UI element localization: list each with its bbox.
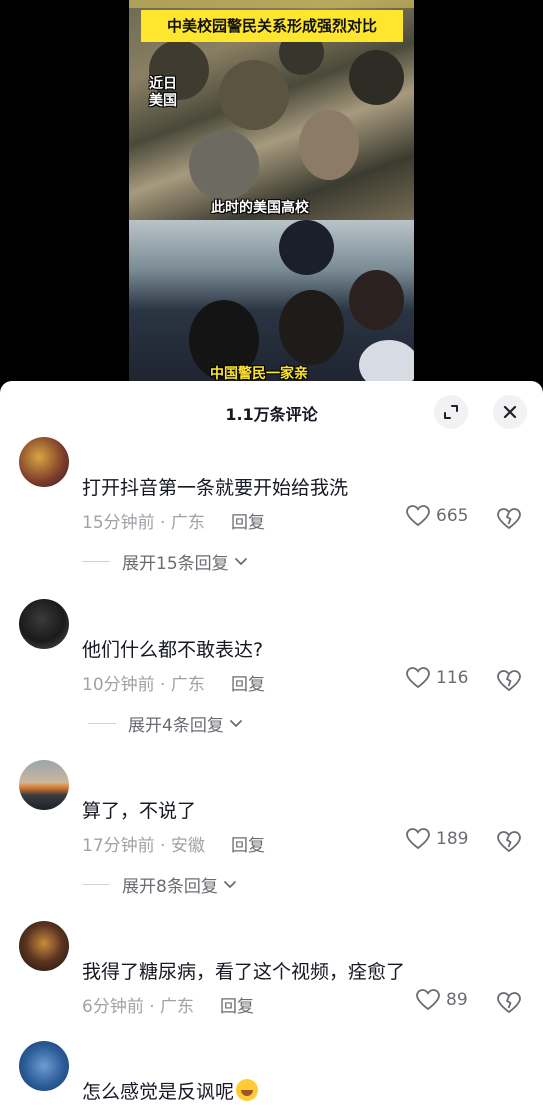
expand-replies-label: 展开8条回复 — [122, 877, 218, 897]
comment-time-location: 6分钟前 · 广东 — [82, 997, 195, 1017]
video-scene-cn — [129, 220, 414, 385]
comment-item[interactable]: 怎么感觉是反讽呢 — [0, 1039, 543, 1111]
close-button[interactable] — [493, 395, 527, 429]
divider — [88, 723, 116, 724]
video-player[interactable]: 中美校园警民关系形成强烈对比 近日 美国 此时的美国高校 中国警民一家亲 — [0, 0, 543, 385]
comment-text: 打开抖音第一条就要开始给我洗 — [82, 477, 349, 499]
reply-button[interactable]: 回复 — [231, 831, 265, 856]
comment-text: 算了，不说了 — [82, 800, 197, 822]
chevron-down-icon — [229, 719, 242, 727]
comment-item[interactable]: 他们什么都不敢表达? 10分钟前 · 广东 回复 116 展开4条回复 — [0, 597, 543, 747]
expand-replies-label: 展开4条回复 — [128, 716, 224, 736]
comments-sheet: 1.1万条评论 打开抖音第一条就要开始给我洗 15分钟前 · 广东 回复 665… — [0, 381, 543, 1111]
like-button[interactable]: 665 — [406, 505, 468, 527]
comment-item[interactable]: 我得了糖尿病，看了这个视频，痊愈了 6分钟前 · 广东 回复 89 — [0, 919, 543, 1029]
chevron-down-icon — [223, 880, 236, 888]
expand-replies[interactable]: 展开4条回复 — [88, 711, 244, 736]
sheet-header: 1.1万条评论 — [0, 381, 543, 443]
like-button[interactable]: 89 — [416, 989, 468, 1011]
expand-replies[interactable]: 展开15条回复 — [82, 549, 249, 574]
comment-text: 怎么感觉是反讽呢 — [82, 1077, 259, 1104]
comment-item[interactable]: 打开抖音第一条就要开始给我洗 15分钟前 · 广东 回复 665 展开15条回复 — [0, 435, 543, 585]
heart-icon — [416, 989, 440, 1011]
comment-time-location: 10分钟前 · 广东 — [82, 675, 205, 695]
reply-button[interactable]: 回复 — [231, 670, 265, 695]
video-label-us: 此时的美国高校 — [211, 200, 309, 216]
like-count: 189 — [436, 829, 469, 849]
dislike-icon[interactable] — [497, 669, 521, 693]
comment-text-content: 怎么感觉是反讽呢 — [82, 1081, 235, 1103]
expand-icon — [444, 405, 458, 419]
like-button[interactable]: 116 — [406, 667, 468, 689]
heart-icon — [406, 667, 430, 689]
comment-item[interactable]: 算了，不说了 17分钟前 · 安徽 回复 189 展开8条回复 — [0, 758, 543, 908]
comment-time-location: 15分钟前 · 广东 — [82, 513, 205, 533]
laughing-emoji-icon — [236, 1079, 259, 1101]
dislike-icon[interactable] — [497, 991, 521, 1015]
like-count: 116 — [436, 668, 469, 688]
avatar[interactable] — [19, 599, 69, 649]
like-button[interactable]: 189 — [406, 828, 468, 850]
chevron-down-icon — [234, 557, 247, 565]
dislike-icon[interactable] — [497, 830, 521, 854]
expand-button[interactable] — [434, 395, 468, 429]
divider — [82, 561, 110, 562]
avatar[interactable] — [19, 921, 69, 971]
video-headline: 中美校园警民关系形成强烈对比 — [141, 10, 403, 42]
heart-icon — [406, 505, 430, 527]
video-label-location: 近日 美国 — [149, 76, 177, 109]
comment-text: 他们什么都不敢表达? — [82, 639, 264, 661]
heart-icon — [406, 828, 430, 850]
expand-replies-label: 展开15条回复 — [122, 554, 229, 574]
reply-button[interactable]: 回复 — [220, 992, 254, 1017]
like-count: 665 — [436, 506, 469, 526]
divider — [82, 884, 110, 885]
comment-text: 我得了糖尿病，看了这个视频，痊愈了 — [82, 961, 406, 983]
avatar[interactable] — [19, 437, 69, 487]
like-count: 89 — [446, 990, 468, 1010]
avatar[interactable] — [19, 760, 69, 810]
comment-time-location: 17分钟前 · 安徽 — [82, 836, 205, 856]
avatar[interactable] — [19, 1041, 69, 1091]
caption-strip — [129, 0, 414, 8]
reply-button[interactable]: 回复 — [231, 508, 265, 533]
expand-replies[interactable]: 展开8条回复 — [82, 872, 238, 897]
close-icon — [503, 405, 517, 419]
video-frame[interactable]: 中美校园警民关系形成强烈对比 近日 美国 此时的美国高校 中国警民一家亲 — [129, 0, 414, 385]
dislike-icon[interactable] — [497, 507, 521, 531]
